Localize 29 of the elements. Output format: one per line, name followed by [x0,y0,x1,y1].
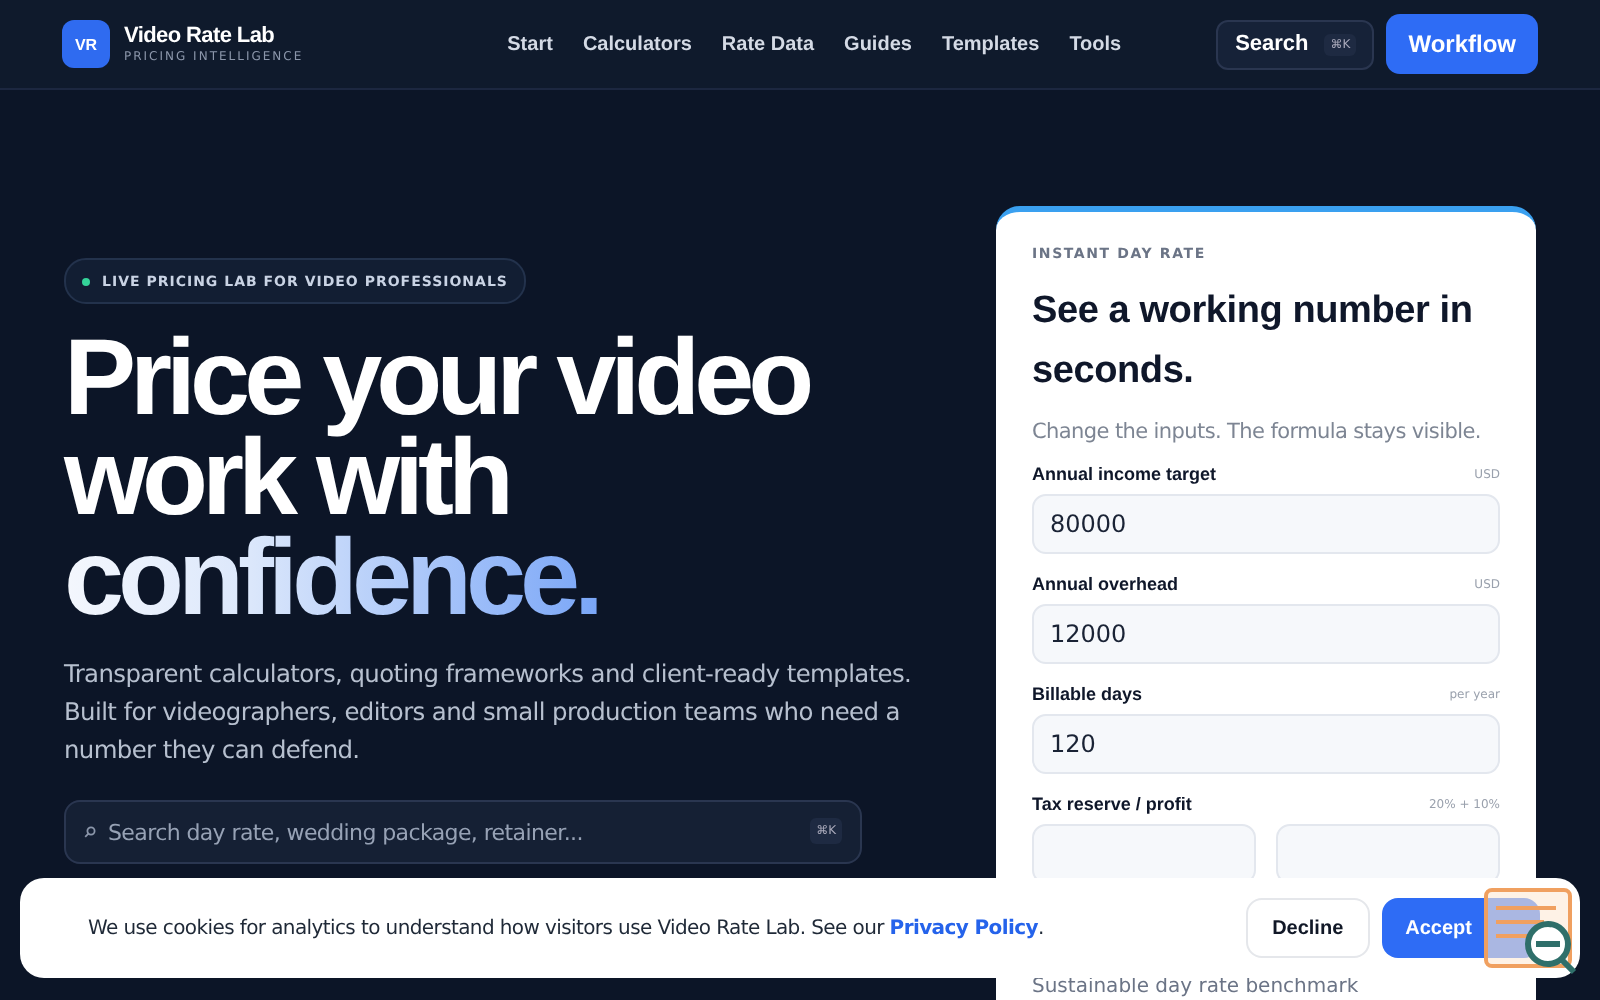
field-label: Annual income target [1032,464,1217,484]
cookie-notice: We use cookies for analytics to understand how visitors use Video Rate Lab. See our Privacy Policy. [88,917,1046,939]
benchmark-label: Sustainable day rate benchmark [1032,976,1361,998]
accept-button[interactable]: Accept [1381,898,1540,958]
number-input[interactable] [1276,824,1500,884]
nav-link[interactable]: Templates [941,33,1040,55]
field-label: Billable days [1032,684,1143,704]
number-input[interactable] [1032,824,1256,884]
number-input[interactable]: 120 [1032,714,1500,774]
card-title: See a working number in seconds. [1032,288,1475,396]
field-label: Annual overhead [1032,574,1179,594]
document-search-icon[interactable] [1484,888,1580,976]
workflow-button[interactable]: Workflow [1386,14,1538,74]
nav-link[interactable]: Rate Data [721,33,815,55]
number-input[interactable]: 80000 [1032,494,1500,554]
privacy-policy-link[interactable]: Privacy Policy [889,917,1038,939]
decline-button[interactable]: Decline [1246,898,1370,958]
card-subtitle: Change the inputs. The formula stays visible. [1032,420,1483,444]
hero-description: Transparent calculators, quoting frameworks and client-ready templates. Built for videographers, editors and small production teams who need a number they can defend. [64,658,914,768]
hero-title: Price your video work with confidence. [64,328,809,628]
nav-link[interactable]: Tools [1069,33,1122,55]
nav-link[interactable]: Start [507,33,553,55]
search-icon [84,826,96,838]
brand-name[interactable]: Video Rate Lab [124,24,304,48]
logo-badge[interactable]: VR [62,20,110,68]
nav-link[interactable]: Guides [844,33,912,55]
nav-link[interactable]: Calculators [582,33,692,55]
number-input[interactable]: 12000 [1032,604,1500,664]
field-label: Tax reserve / profit [1032,794,1192,814]
